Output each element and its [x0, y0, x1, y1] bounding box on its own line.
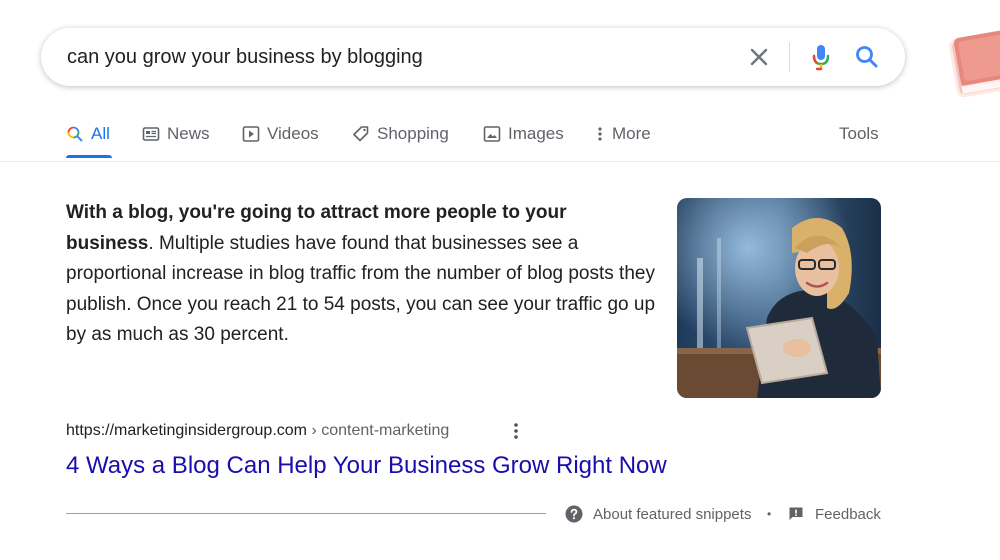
- tabs-divider: [0, 161, 1000, 162]
- more-options-icon[interactable]: [510, 420, 522, 442]
- result-citation: https://marketinginsidergroup.com › cont…: [66, 420, 449, 442]
- search-tabs: All News Videos Shopping Images More Too…: [0, 110, 1000, 162]
- snippet-footer-divider: [66, 513, 546, 514]
- result-breadcrumb: › content-marketing: [307, 422, 450, 439]
- footer-separator: •: [767, 507, 772, 521]
- tab-images[interactable]: Images: [483, 110, 564, 158]
- search-input[interactable]: [67, 28, 707, 86]
- snippet-period: .: [148, 232, 154, 254]
- tag-icon: [353, 126, 369, 142]
- tab-label: All: [91, 124, 110, 143]
- featured-snippet-text: With a blog, you're going to attract mor…: [66, 198, 656, 351]
- tab-label: News: [167, 124, 210, 143]
- feedback-label: Feedback: [815, 505, 881, 523]
- result-title-link[interactable]: 4 Ways a Blog Can Help Your Business Gro…: [66, 450, 667, 482]
- tools-label: Tools: [839, 124, 879, 143]
- snippet-image[interactable]: [677, 198, 881, 398]
- tab-news[interactable]: News: [142, 110, 210, 158]
- active-tab-indicator: [66, 155, 112, 158]
- search-bar-divider: [789, 42, 790, 72]
- more-vert-icon: [598, 127, 602, 141]
- search-bar[interactable]: [41, 28, 905, 86]
- search-icon[interactable]: [853, 43, 881, 71]
- tab-label: Images: [508, 124, 564, 143]
- image-icon: [483, 126, 501, 142]
- tab-shopping[interactable]: Shopping: [352, 110, 449, 158]
- tab-label: More: [612, 124, 651, 143]
- snippet-body: Multiple studies have found that busines…: [66, 232, 656, 346]
- about-featured-snippets-link[interactable]: About featured snippets: [565, 503, 751, 525]
- clear-icon[interactable]: [747, 45, 771, 69]
- video-icon: [242, 126, 260, 142]
- help-icon: [565, 505, 583, 523]
- tab-label: Videos: [267, 124, 319, 143]
- tools-button[interactable]: Tools: [839, 110, 879, 158]
- feedback-link[interactable]: Feedback: [788, 503, 881, 525]
- news-icon: [142, 127, 160, 141]
- book-illustration: [942, 22, 1000, 105]
- tab-videos[interactable]: Videos: [242, 110, 319, 158]
- about-label: About featured snippets: [593, 505, 752, 523]
- tab-label: Shopping: [377, 124, 449, 143]
- tab-more[interactable]: More: [595, 110, 651, 158]
- tab-all[interactable]: All: [66, 110, 110, 158]
- microphone-icon[interactable]: [807, 42, 835, 72]
- result-url: https://marketinginsidergroup.com: [66, 422, 307, 439]
- search-icon: [67, 126, 83, 142]
- feedback-icon: [789, 507, 803, 520]
